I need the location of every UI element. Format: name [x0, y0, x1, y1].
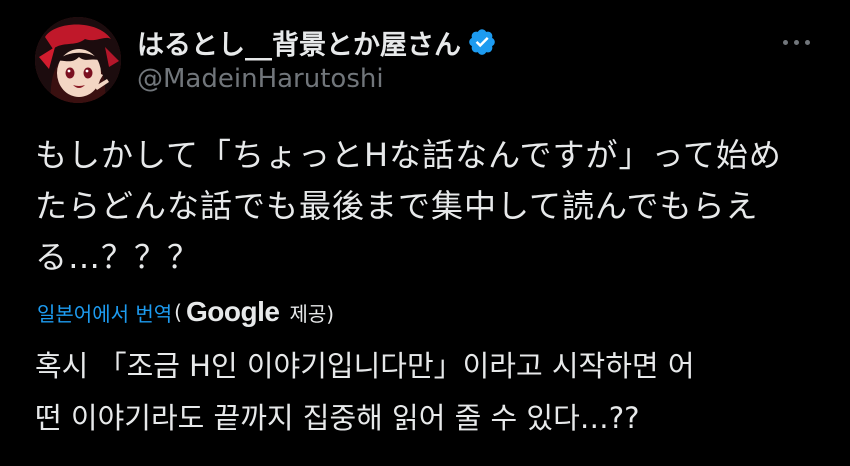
- tweet-text-line: もしかして「ちょっとHな話なんですが」って始め: [35, 136, 782, 174]
- more-horizontal-icon: [782, 39, 810, 45]
- tweet-text-line: る…？？？: [35, 238, 201, 276]
- anime-avatar-icon: [35, 17, 121, 103]
- provider-suffix: 제공): [289, 301, 335, 326]
- translation-attribution: 일본어에서 번역 ( Google 제공): [37, 292, 334, 332]
- tweet-text-line: たらどんな話でも最後まで集中して読んでもらえ: [35, 187, 759, 225]
- author-handle[interactable]: @MadeinHarutoshi: [137, 64, 384, 94]
- display-name[interactable]: はるとし__背景とか屋さん: [137, 23, 461, 62]
- google-logo: Google: [185, 296, 280, 327]
- author-name-row[interactable]: はるとし__背景とか屋さん: [137, 22, 497, 62]
- avatar[interactable]: [35, 17, 121, 103]
- tweet-text: もしかして「ちょっとHな話なんですが」って始め たらどんな話でも最後まで集中して…: [35, 130, 825, 283]
- translated-text-line: 혹시 「조금 H인 이야기입니다만」이라고 시작하면 어: [35, 349, 695, 383]
- more-options-button[interactable]: [772, 28, 820, 56]
- translated-from-link[interactable]: 일본어에서 번역: [37, 298, 172, 327]
- translated-text-line: 떤 이야기라도 끝까지 집중해 읽어 줄 수 있다…??: [35, 401, 640, 435]
- translated-text: 혹시 「조금 H인 이야기입니다만」이라고 시작하면 어 떤 이야기라도 끝까지…: [35, 340, 825, 444]
- provider-open-paren: (: [174, 300, 182, 324]
- tweet: はるとし__背景とか屋さん @MadeinHarutoshi もしかして「ちょっ…: [0, 0, 850, 466]
- verified-badge-icon: [467, 27, 497, 57]
